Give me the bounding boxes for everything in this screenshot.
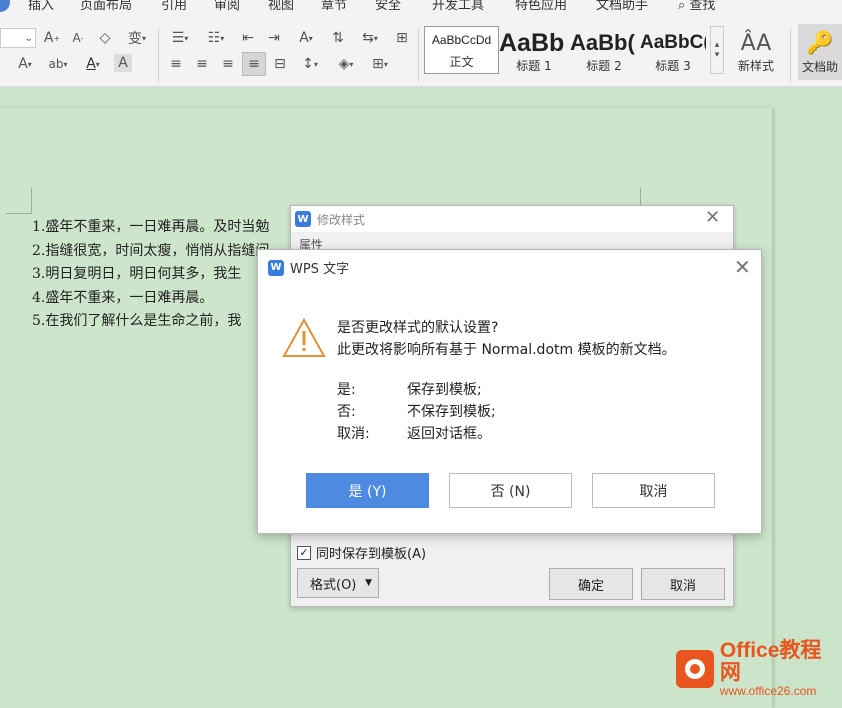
crop-mark xyxy=(6,213,32,214)
menu-doc-helper[interactable]: 文档助手 xyxy=(596,0,648,13)
dropdown-arrow-icon: ▼ xyxy=(365,578,372,588)
dialog-titlebar[interactable]: W WPS 文字 xyxy=(258,250,761,285)
shrink-font-icon[interactable]: A- xyxy=(68,28,88,48)
char-shading-icon[interactable]: A xyxy=(114,54,132,72)
menu-find[interactable]: ⌕ 查找 xyxy=(678,0,715,13)
doc-helper-button[interactable]: 🔑 文档助 xyxy=(798,24,842,80)
yes-button[interactable]: 是 (Y) xyxy=(306,473,429,508)
question-text: 是否更改样式的默认设置? xyxy=(337,320,499,336)
doc-helper-icon: 🔑 xyxy=(806,30,834,56)
checkbox-checked-icon: ✓ xyxy=(297,545,311,560)
menu-security[interactable]: 安全 xyxy=(375,0,401,13)
align-center-icon[interactable]: ≡ xyxy=(192,54,212,74)
phonetic-icon[interactable]: 变 ▾ xyxy=(124,28,150,48)
option-key: 否: xyxy=(337,404,356,420)
bullets-icon[interactable]: ☰ ▾ xyxy=(166,28,194,48)
tab-icon[interactable]: ⇆ ▾ xyxy=(356,28,384,48)
detail-text: 此更改将影响所有基于 Normal.dotm 模板的新文档。 xyxy=(337,342,676,358)
document-text[interactable]: 1.盛年不重来，一日难再晨。及时当勉 2.指缝很宽，时间太瘦，悄悄从指缝间 3.… xyxy=(32,216,269,334)
group-separator xyxy=(418,28,419,82)
font-size-dropdown[interactable]: ⌄ xyxy=(0,28,36,48)
doc-line: 2.指缝很宽，时间太瘦，悄悄从指缝间 xyxy=(32,242,270,259)
close-icon[interactable]: ✕ xyxy=(734,257,751,277)
no-button[interactable]: 否 (N) xyxy=(449,473,572,508)
font-color-icon[interactable]: A ▾ xyxy=(80,54,106,74)
distributed-icon[interactable]: ⊟ xyxy=(270,54,290,74)
justify-icon[interactable]: ≡ xyxy=(242,52,266,76)
align-left-icon[interactable]: ≡ xyxy=(166,54,186,74)
decrease-indent-icon[interactable]: ⇤ xyxy=(238,28,258,48)
style-heading-1[interactable]: AaBb 标题 1 xyxy=(499,26,569,74)
menu-page-layout[interactable]: 页面布局 xyxy=(80,0,132,13)
doc-line: 1.盛年不重来，一日难再晨。及时当勉 xyxy=(32,219,270,235)
option-key: 取消: xyxy=(337,426,370,442)
menu-features[interactable]: 特色应用 xyxy=(515,0,567,13)
sort-icon[interactable]: ⇅ xyxy=(328,28,348,48)
crop-mark xyxy=(31,188,32,214)
office-logo-icon xyxy=(676,650,714,688)
align-right-icon[interactable]: ≡ xyxy=(218,54,238,74)
clear-format-icon[interactable]: ◇ xyxy=(95,28,115,48)
app-menu-button[interactable] xyxy=(0,0,10,12)
style-normal[interactable]: AaBbCcDd 正文 xyxy=(424,26,499,74)
style-gallery-scroll[interactable]: ▴ ▾ xyxy=(710,26,724,74)
style-heading-2[interactable]: AaBb( 标题 2 xyxy=(570,26,638,74)
group-separator xyxy=(158,28,159,82)
watermark: Office教程网 www.office26.com xyxy=(676,640,842,698)
new-style-icon: ÂA xyxy=(740,30,772,56)
change-case-icon[interactable]: A ▾ xyxy=(292,28,320,48)
new-style-button[interactable]: ÂA 新样式 xyxy=(728,26,784,78)
increase-indent-icon[interactable]: ⇥ xyxy=(264,28,284,48)
warning-icon xyxy=(282,318,326,357)
shading-icon[interactable]: ◈ ▾ xyxy=(332,54,360,74)
cancel-button[interactable]: 取消 xyxy=(592,473,715,508)
option-desc: 返回对话框。 xyxy=(407,426,491,442)
table-draw-icon[interactable]: ⊞ xyxy=(392,28,412,48)
menu-insert[interactable]: 插入 xyxy=(28,0,54,13)
ok-button[interactable]: 确定 xyxy=(549,568,633,600)
watermark-brand: Office教程网 xyxy=(719,639,822,684)
menu-view[interactable]: 视图 xyxy=(268,0,294,13)
cancel-button[interactable]: 取消 xyxy=(641,568,725,600)
menu-chapter[interactable]: 章节 xyxy=(321,0,347,13)
watermark-url: www.office26.com xyxy=(719,684,817,698)
menu-developer[interactable]: 开发工具 xyxy=(432,0,484,13)
format-button[interactable]: 格式(O) ▼ xyxy=(297,568,379,598)
menu-references[interactable]: 引用 xyxy=(161,0,187,13)
option-desc: 不保存到模板; xyxy=(407,404,496,420)
option-desc: 保存到模板; xyxy=(407,382,482,398)
highlight-icon[interactable]: ab ▾ xyxy=(44,54,72,74)
confirm-dialog: W WPS 文字 ✕ 是否更改样式的默认设置? 此更改将影响所有基于 Norma… xyxy=(257,249,762,534)
group-separator xyxy=(790,28,791,82)
doc-line: 3.明日复明日，明日何其多，我生 xyxy=(32,266,242,282)
grow-font-icon[interactable]: A + xyxy=(42,28,62,48)
close-icon[interactable]: ✕ xyxy=(705,209,720,227)
doc-line: 5.在我们了解什么是生命之前，我 xyxy=(32,313,242,329)
borders-icon[interactable]: ⊞ ▾ xyxy=(366,54,394,74)
wps-logo-icon: W xyxy=(295,211,311,227)
line-spacing-icon[interactable]: ↕ ▾ xyxy=(296,54,324,74)
numbering-icon[interactable]: ☷ ▾ xyxy=(202,28,230,48)
search-icon: ⌕ xyxy=(678,0,686,13)
option-key: 是: xyxy=(337,382,356,398)
wps-logo-icon: W xyxy=(268,259,284,276)
save-to-template-checkbox[interactable]: ✓ 同时保存到模板(A) xyxy=(297,543,426,562)
text-effect-icon[interactable]: A ▾ xyxy=(12,54,38,74)
menu-review[interactable]: 审阅 xyxy=(214,0,240,13)
doc-line: 4.盛年不重来，一日难再晨。 xyxy=(32,289,214,306)
crop-mark xyxy=(640,188,641,206)
style-heading-3[interactable]: AaBbC( 标题 3 xyxy=(640,26,706,74)
ribbon: 插入 页面布局 引用 审阅 视图 章节 安全 开发工具 特色应用 文档助手 ⌕ … xyxy=(0,0,842,87)
dialog-titlebar[interactable]: W 修改样式 xyxy=(291,206,733,232)
